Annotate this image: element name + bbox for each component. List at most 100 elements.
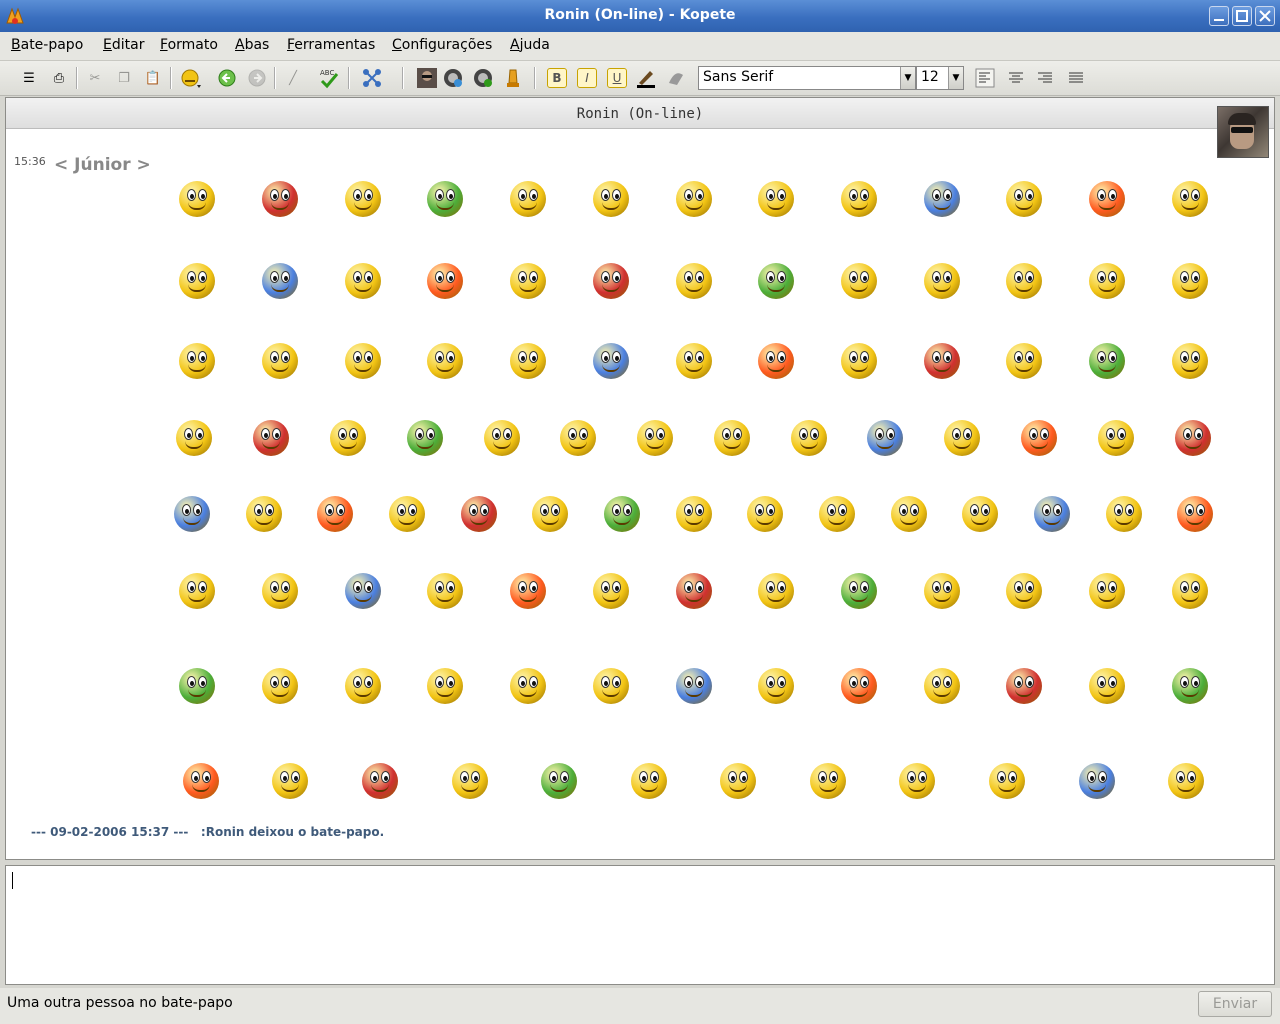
print-icon: ⎙ [53,70,65,86]
menu-configuracoes[interactable]: Configurações [392,37,492,53]
emoticon-icon [758,343,794,379]
emoticon-icon [427,263,463,299]
send-file-button[interactable]: ☰ [18,67,40,89]
emoticons-button[interactable] [179,67,201,89]
message-input[interactable] [5,865,1275,985]
emoticon-icon [819,496,855,532]
emoticon-icon [841,181,877,217]
italic-button[interactable]: I [576,67,598,89]
emoticon-icon [841,263,877,299]
contact-photo-button[interactable] [416,67,438,89]
bold-button[interactable]: B [546,67,568,89]
emoticon-icon [484,420,520,456]
emoticon-icon [637,420,673,456]
emoticon-icon [510,573,546,609]
spellcheck-icon: ABC [320,69,339,89]
contact-info-button[interactable] [472,67,494,89]
toolbar-separator [76,67,78,89]
emoticon-icon [427,181,463,217]
send-button[interactable]: Enviar [1198,991,1272,1017]
contact-avatar [1217,106,1269,158]
paste-button[interactable]: 📋 [142,67,164,89]
justify-button[interactable] [1065,67,1087,89]
emoticon-icon [1172,263,1208,299]
forward-button[interactable] [246,67,268,89]
chevron-down-icon: ▼ [948,67,963,89]
minimize-button[interactable] [1209,6,1229,26]
emoticon-icon [262,573,298,609]
window-titlebar[interactable]: Ronin (On-line) - Kopete [0,0,1280,32]
close-icon [1259,10,1271,22]
cut-icon: ✂ [89,70,101,86]
nudge-icon [507,69,519,87]
emoticon-icon [1006,263,1042,299]
emoticon-icon [924,573,960,609]
invite-button[interactable] [361,67,383,89]
menu-bate-papo[interactable]: Bate-papo [11,37,83,53]
emoticons-icon [181,69,201,88]
back-button[interactable] [216,67,238,89]
nudge-button[interactable] [502,67,524,89]
add-contact-button[interactable] [442,67,464,89]
emoticon-icon [1172,343,1208,379]
emoticon-icon [407,420,443,456]
emoticon-icon [758,668,794,704]
emoticon-icon [1172,573,1208,609]
emoticon-icon [179,263,215,299]
emoticon-icon [262,263,298,299]
print-button[interactable]: ⎙ [48,67,70,89]
background-color-button[interactable] [665,67,687,89]
align-right-button[interactable] [1034,67,1056,89]
emoticon-icon [593,181,629,217]
copy-icon: ❐ [118,70,130,86]
emoticon-icon [899,763,935,799]
emoticon-icon [810,763,846,799]
emoticon-icon [1006,668,1042,704]
cut-button[interactable]: ✂ [84,67,106,89]
menu-abas[interactable]: Abas [235,37,269,53]
italic-icon: I [577,68,597,88]
emoticon-icon [452,763,488,799]
menu-ajuda[interactable]: Ajuda [510,37,550,53]
invite-icon [363,69,381,87]
emoticon-icon [1089,668,1125,704]
align-left-button[interactable] [974,67,996,89]
system-message: --- 09-02-2006 15:37 --- :Ronin deixou o… [31,825,384,839]
emoticon-icon [1079,763,1115,799]
emoticon-icon [317,496,353,532]
copy-button[interactable]: ❐ [113,67,135,89]
menu-editar[interactable]: Editar [103,37,144,53]
emoticon-icon [1089,181,1125,217]
close-button[interactable] [1255,6,1275,26]
clear-button[interactable]: ╱ [282,67,304,89]
emoticon-icon [362,763,398,799]
emoticon-icon [541,763,577,799]
underline-button[interactable]: U [606,67,628,89]
emoticon-icon [593,573,629,609]
menu-ferramentas[interactable]: Ferramentas [287,37,375,53]
emoticon-icon [593,668,629,704]
bold-icon: B [547,68,567,88]
message-timestamp: 15:36 [14,155,46,168]
align-center-button[interactable] [1005,67,1027,89]
emoticon-icon [345,263,381,299]
svg-text:ABC: ABC [320,69,334,77]
emoticon-icon [676,496,712,532]
spellcheck-button[interactable]: ABC [318,67,340,89]
font-size-select[interactable]: 12 ▼ [916,66,964,90]
maximize-button[interactable] [1232,6,1252,26]
emoticon-icon [758,573,794,609]
emoticon-icon [427,573,463,609]
text-color-button[interactable] [635,67,657,89]
emoticon-icon [924,181,960,217]
menu-formato[interactable]: Formato [160,37,218,53]
chat-view[interactable]: Ronin (On-line) 15:36 < Júnior > --- 09-… [5,97,1275,860]
font-family-select[interactable]: Sans Serif ▼ [698,66,916,90]
contact-info-icon [474,69,492,87]
emoticon-icon [389,496,425,532]
emoticon-icon [1089,573,1125,609]
align-center-icon [1009,72,1023,83]
emoticon-icon [758,263,794,299]
emoticon-icon [345,668,381,704]
emoticon-icon [924,343,960,379]
